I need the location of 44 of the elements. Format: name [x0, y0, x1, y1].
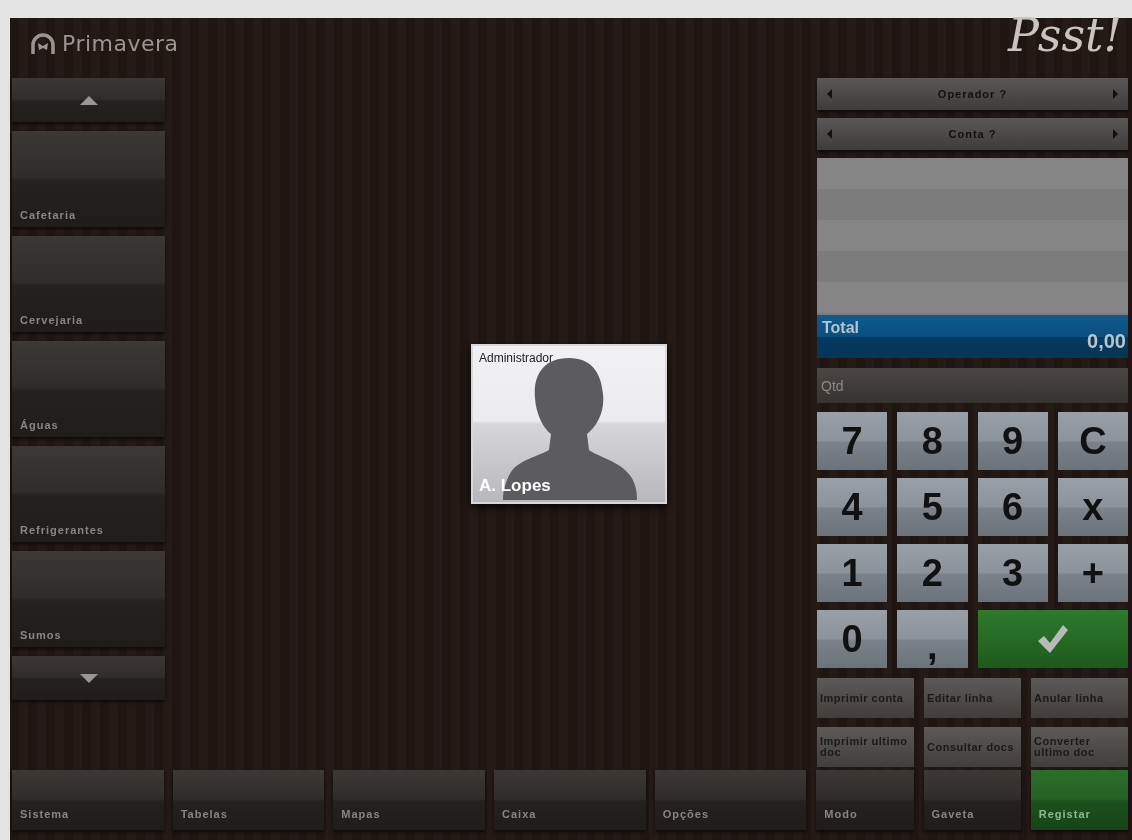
right-arrow-icon: [1113, 129, 1118, 139]
confirm-button[interactable]: [977, 610, 1128, 668]
keypad-key[interactable]: 9: [977, 412, 1048, 470]
total-label: Total: [822, 319, 860, 337]
logo-icon: [30, 32, 56, 54]
scroll-down-button[interactable]: [12, 656, 165, 700]
menu-button[interactable]: Tabelas: [172, 770, 325, 830]
brand-logo: Primavera: [62, 30, 179, 56]
up-arrow-icon: [79, 95, 98, 105]
menu-button[interactable]: Modo: [816, 770, 914, 830]
keypad-key[interactable]: 3: [977, 544, 1048, 602]
keypad-key[interactable]: 6: [977, 478, 1048, 536]
right-arrow-icon: [1113, 89, 1118, 99]
keypad-key[interactable]: 1: [817, 544, 888, 602]
quantity-field[interactable]: Qtd: [817, 368, 1128, 403]
scroll-up-button[interactable]: [12, 78, 165, 122]
category-button[interactable]: Águas: [12, 341, 165, 437]
keypad-key[interactable]: +: [1057, 544, 1128, 602]
menu-button[interactable]: Gaveta: [923, 770, 1021, 830]
keypad-key[interactable]: x: [1057, 478, 1128, 536]
keypad-key[interactable]: 7: [817, 412, 888, 470]
menu-button[interactable]: Mapas: [333, 770, 485, 830]
keypad-key[interactable]: 4: [817, 478, 888, 536]
left-arrow-icon: [827, 129, 832, 139]
category-button[interactable]: Sumos: [12, 551, 165, 647]
category-button[interactable]: Cervejaria: [12, 236, 165, 332]
down-arrow-icon: [79, 673, 98, 683]
menu-button[interactable]: Sistema: [12, 770, 164, 830]
menu-button[interactable]: Caixa: [494, 770, 646, 830]
keypad-key[interactable]: 8: [897, 412, 968, 470]
left-arrow-icon: [827, 89, 832, 99]
keypad-key[interactable]: 5: [897, 478, 968, 536]
role-label: Administrador: [479, 351, 555, 365]
category-button[interactable]: Cafetaria: [12, 131, 165, 227]
check-icon: [1037, 625, 1068, 653]
keypad-key[interactable]: 2: [897, 544, 968, 602]
register-button[interactable]: Registar: [1030, 770, 1128, 830]
keypad-key[interactable]: ,: [897, 610, 968, 668]
total-value: 0,00: [1087, 330, 1126, 353]
keypad-key[interactable]: C: [1057, 412, 1128, 470]
tagline-logo: Psst!: [1008, 12, 1123, 58]
menu-button[interactable]: Opções: [654, 770, 807, 830]
keypad-key[interactable]: 0: [817, 610, 888, 668]
category-button[interactable]: Refrigerantes: [12, 446, 165, 542]
